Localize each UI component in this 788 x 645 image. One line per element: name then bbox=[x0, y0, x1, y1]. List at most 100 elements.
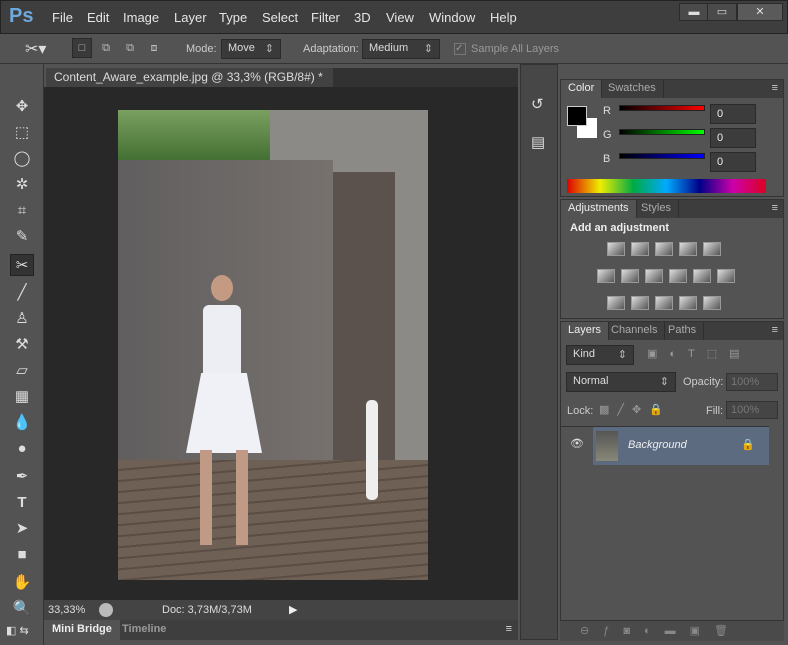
menu-image[interactable]: Image bbox=[123, 10, 159, 25]
stamp-tool-icon[interactable]: ♙ bbox=[10, 308, 34, 330]
color-spectrum[interactable] bbox=[567, 179, 766, 193]
tab-mini-bridge[interactable]: Mini Bridge bbox=[44, 620, 120, 640]
subtract-selection-icon[interactable]: ⧉ bbox=[120, 38, 140, 58]
new-selection-icon[interactable]: □ bbox=[72, 38, 92, 58]
swap-colors-icon[interactable]: ◧ ⇆ bbox=[6, 624, 29, 637]
fill-label: Fill: bbox=[706, 405, 724, 417]
type-tool-icon[interactable]: T bbox=[10, 492, 34, 514]
tab-styles[interactable]: Styles bbox=[634, 200, 679, 218]
add-selection-icon[interactable]: ⧉ bbox=[96, 38, 116, 58]
history-icon[interactable]: ↺ bbox=[531, 95, 544, 113]
menu-help[interactable]: Help bbox=[490, 10, 517, 25]
adaptation-select[interactable]: Medium bbox=[362, 39, 440, 59]
exposure-icon[interactable] bbox=[679, 242, 697, 256]
magic-wand-tool-icon[interactable]: ✲ bbox=[10, 174, 34, 196]
r-slider[interactable] bbox=[619, 105, 705, 111]
hand-tool-icon[interactable]: ✋ bbox=[10, 572, 34, 594]
g-value-input[interactable]: 0 bbox=[710, 128, 756, 148]
foreground-color-swatch[interactable] bbox=[567, 106, 587, 126]
dodge-tool-icon[interactable]: ● bbox=[10, 438, 34, 460]
panel-menu-icon[interactable]: ≡ bbox=[772, 82, 778, 94]
lock-label: Lock: bbox=[567, 405, 594, 417]
rectangle-tool-icon[interactable]: ■ bbox=[10, 544, 34, 566]
panel-menu-icon[interactable]: ≡ bbox=[772, 324, 778, 336]
maximize-button[interactable]: ▭ bbox=[707, 3, 737, 21]
threshold-icon[interactable] bbox=[655, 296, 673, 310]
eye-icon[interactable]: 👁 bbox=[570, 437, 584, 450]
sample-all-layers-checkbox[interactable]: ✓ bbox=[454, 43, 466, 55]
layer-filter-icons[interactable]: ▣◐T⬚▤ bbox=[647, 347, 752, 360]
document-image[interactable] bbox=[118, 110, 428, 580]
document-tab[interactable]: Content_Aware_example.jpg @ 33,3% (RGB/8… bbox=[46, 68, 333, 98]
photo-filter-icon[interactable] bbox=[669, 269, 687, 283]
b-value-input[interactable]: 0 bbox=[710, 152, 756, 172]
menu-edit[interactable]: Edit bbox=[87, 10, 109, 25]
tab-adjustments[interactable]: Adjustments bbox=[561, 200, 637, 218]
intersect-selection-icon[interactable]: ⧈ bbox=[144, 38, 164, 58]
layers-panel: Layers Channels Paths ≡ Kind ▣◐T⬚▤ Norma… bbox=[560, 321, 784, 621]
menu-view[interactable]: View bbox=[386, 10, 414, 25]
channel-mixer-icon[interactable] bbox=[693, 269, 711, 283]
zoom-level[interactable]: 33,33% bbox=[48, 604, 85, 616]
gradient-map-icon[interactable] bbox=[703, 296, 721, 310]
tab-paths[interactable]: Paths bbox=[661, 322, 705, 340]
menu-layer[interactable]: Layer bbox=[174, 10, 207, 25]
tab-channels[interactable]: Channels bbox=[604, 322, 666, 340]
menu-window[interactable]: Window bbox=[429, 10, 475, 25]
move-tool-icon[interactable]: ✥ bbox=[10, 96, 34, 118]
layer-row[interactable]: 👁 Background 🔒 bbox=[561, 426, 769, 465]
tab-swatches[interactable]: Swatches bbox=[601, 80, 664, 98]
invert-icon[interactable] bbox=[607, 296, 625, 310]
color-balance-icon[interactable] bbox=[621, 269, 639, 283]
tab-color[interactable]: Color bbox=[561, 80, 603, 98]
gradient-tool-icon[interactable]: ▦ bbox=[10, 386, 34, 408]
g-slider[interactable] bbox=[619, 129, 705, 135]
crop-tool-icon[interactable]: ⌗ bbox=[10, 200, 34, 222]
posterize-icon[interactable] bbox=[631, 296, 649, 310]
tab-timeline[interactable]: Timeline bbox=[122, 623, 166, 635]
brightness-contrast-icon[interactable] bbox=[607, 242, 625, 256]
blur-tool-icon[interactable]: 💧 bbox=[10, 412, 34, 434]
levels-icon[interactable] bbox=[631, 242, 649, 256]
status-icon[interactable] bbox=[99, 603, 113, 617]
filter-kind-select[interactable]: Kind bbox=[566, 345, 634, 365]
color-lookup-icon[interactable] bbox=[717, 269, 735, 283]
opacity-input[interactable]: 100% bbox=[726, 373, 778, 391]
tab-layers[interactable]: Layers bbox=[561, 322, 610, 340]
hue-saturation-icon[interactable] bbox=[597, 269, 615, 283]
selective-color-icon[interactable] bbox=[679, 296, 697, 310]
history-brush-tool-icon[interactable]: ⚒ bbox=[10, 334, 34, 356]
color-panel: Color Swatches ≡ R 0 G 0 B 0 bbox=[560, 79, 784, 197]
eyedropper-tool-icon[interactable]: ✎ bbox=[10, 226, 34, 248]
status-arrow-icon[interactable]: ▶ bbox=[289, 603, 297, 616]
fill-input[interactable]: 100% bbox=[726, 401, 778, 419]
b-slider[interactable] bbox=[619, 153, 705, 159]
path-selection-tool-icon[interactable]: ➤ bbox=[10, 518, 34, 540]
mode-select[interactable]: Move bbox=[221, 39, 281, 59]
eraser-tool-icon[interactable]: ▱ bbox=[10, 360, 34, 382]
menu-file[interactable]: File bbox=[52, 10, 73, 25]
brush-tool-icon[interactable]: ╱ bbox=[10, 282, 34, 304]
menu-select[interactable]: Select bbox=[262, 10, 298, 25]
zoom-tool-icon[interactable]: 🔍 bbox=[10, 598, 34, 620]
properties-icon[interactable]: ▤ bbox=[531, 133, 545, 151]
black-white-icon[interactable] bbox=[645, 269, 663, 283]
content-aware-move-tool-icon[interactable]: ✂ bbox=[10, 254, 34, 276]
content-aware-move-icon[interactable]: ✂▾ bbox=[25, 39, 46, 59]
panel-menu-icon[interactable]: ≡ bbox=[772, 202, 778, 214]
marquee-tool-icon[interactable]: ⬚ bbox=[10, 122, 34, 144]
r-value-input[interactable]: 0 bbox=[710, 104, 756, 124]
lasso-tool-icon[interactable]: ◯ bbox=[10, 148, 34, 170]
close-button[interactable]: ✕ bbox=[737, 3, 783, 21]
minimize-button[interactable]: ▬ bbox=[679, 3, 709, 21]
panel-menu-icon[interactable]: ≡ bbox=[506, 623, 512, 635]
blend-mode-select[interactable]: Normal bbox=[566, 372, 676, 392]
menu-3d[interactable]: 3D bbox=[354, 10, 371, 25]
menu-type[interactable]: Type bbox=[219, 10, 247, 25]
pen-tool-icon[interactable]: ✒ bbox=[10, 466, 34, 488]
menu-filter[interactable]: Filter bbox=[311, 10, 340, 25]
lock-icons[interactable]: ▩╱✥🔒 bbox=[599, 403, 671, 416]
curves-icon[interactable] bbox=[655, 242, 673, 256]
vibrance-icon[interactable] bbox=[703, 242, 721, 256]
layers-footer-icons[interactable]: ⊖ƒ◙◐▬▣🗑 bbox=[560, 621, 784, 641]
